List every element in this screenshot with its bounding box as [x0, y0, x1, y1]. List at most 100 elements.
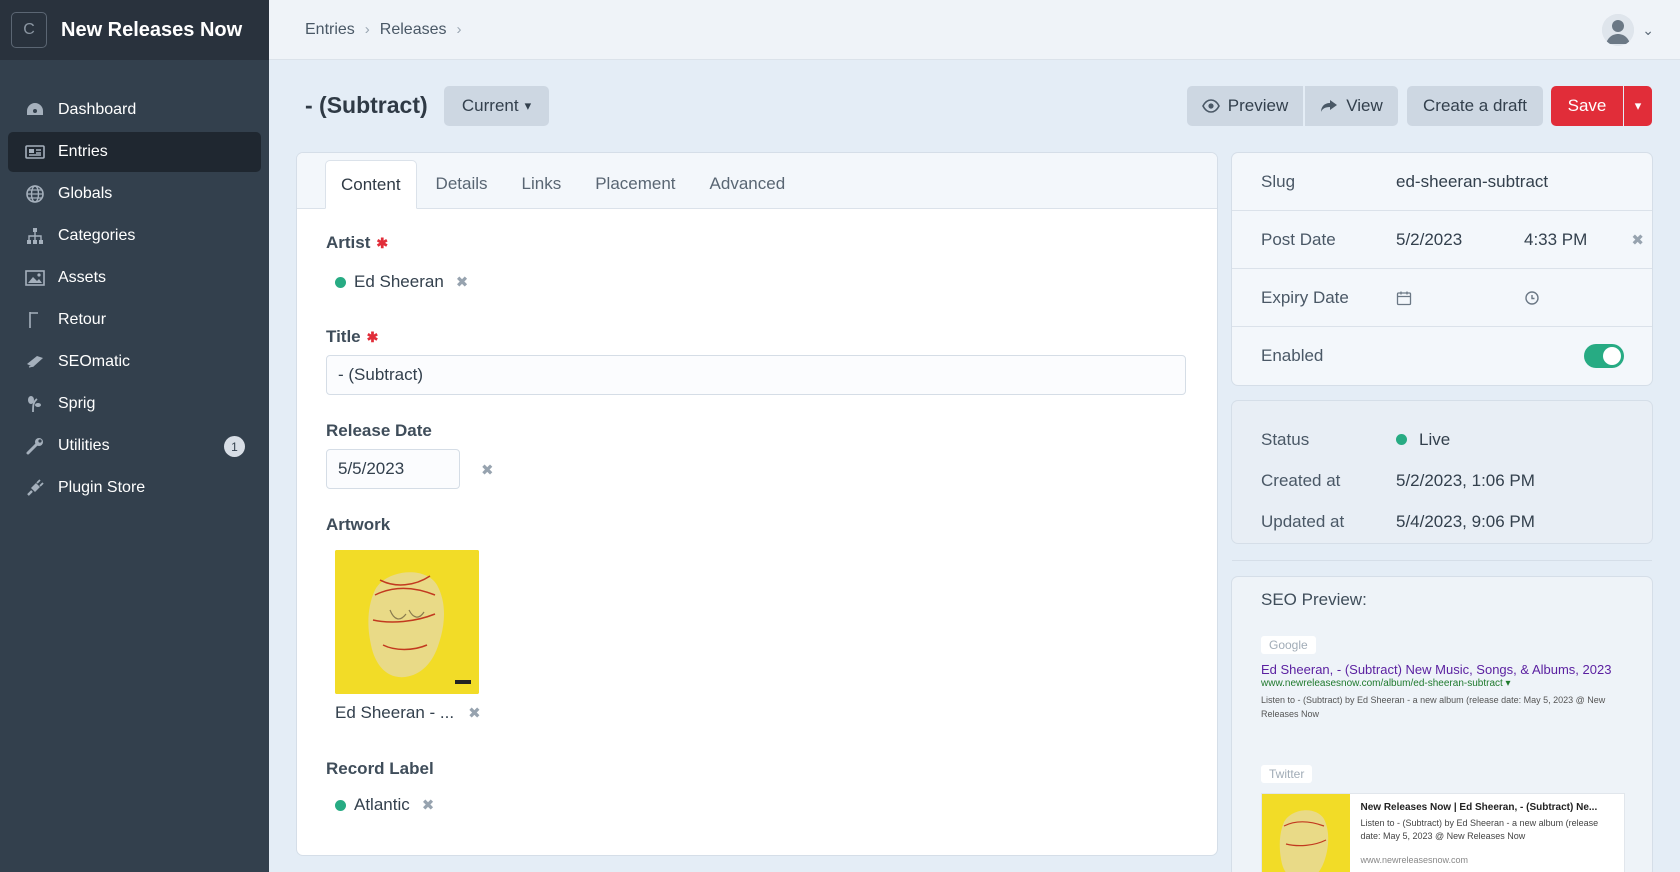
user-menu[interactable]: ⌄: [1602, 14, 1654, 46]
meta-pane: Slug ed-sheeran-subtract Post Date 5/2/2…: [1232, 153, 1652, 385]
clear-date-icon[interactable]: ✖: [481, 461, 494, 479]
clear-post-date-icon[interactable]: ✖: [1631, 231, 1644, 249]
status-value: Live: [1419, 429, 1451, 449]
nav-item-plugin-store[interactable]: Plugin Store: [8, 468, 261, 508]
remove-icon[interactable]: ✖: [422, 796, 435, 814]
utilities-badge: 1: [224, 436, 245, 457]
seo-preview-pane: SEO Preview: Google Ed Sheeran, - (Subtr…: [1232, 577, 1652, 872]
record-label-chip[interactable]: Atlantic ✖: [335, 795, 434, 815]
twitter-preview-header: Twitter: [1261, 763, 1313, 783]
nav-label: Plugin Store: [58, 479, 146, 496]
nav-item-sprig[interactable]: Sprig: [8, 384, 261, 424]
artwork-caption: Ed Sheeran - ... ✖: [335, 703, 481, 723]
content-pane: Content Details Links Placement Advanced…: [297, 153, 1217, 855]
artwork-thumbnail[interactable]: [335, 550, 479, 694]
google-result-description: Listen to - (Subtract) by Ed Sheeran - a…: [1261, 695, 1606, 719]
tab-placement[interactable]: Placement: [580, 160, 690, 208]
twitter-card-image: [1262, 794, 1351, 872]
site-name[interactable]: New Releases Now: [61, 19, 242, 42]
breadcrumb-releases[interactable]: Releases: [380, 21, 447, 39]
expiry-date-label: Expiry Date: [1261, 287, 1349, 307]
created-row: Created at 5/2/2023, 1:06 PM: [1232, 460, 1652, 501]
entries-icon: [24, 141, 46, 163]
breadcrumb-separator-icon: ›: [364, 21, 370, 38]
breadcrumb-entries[interactable]: Entries: [305, 21, 355, 39]
artwork-label: Artwork: [326, 515, 391, 534]
created-label: Created at: [1261, 470, 1341, 490]
remove-icon[interactable]: ✖: [456, 273, 469, 291]
clock-icon[interactable]: [1524, 290, 1540, 306]
nav-label: Categories: [58, 227, 136, 244]
nav-item-retour[interactable]: Retour: [8, 300, 261, 340]
site-logo[interactable]: C: [11, 12, 47, 48]
chevron-down-icon: ▾: [1634, 98, 1642, 113]
album-art-image: [335, 550, 479, 694]
nav-item-seomatic[interactable]: SEOmatic: [8, 342, 261, 382]
nav-item-categories[interactable]: Categories: [8, 216, 261, 256]
view-button[interactable]: View: [1305, 86, 1398, 126]
post-date-input[interactable]: 5/2/2023: [1396, 230, 1524, 250]
google-result-url: www.newreleasesnow.com/album/ed-sheeran-…: [1261, 678, 1511, 689]
release-date-input[interactable]: 5/5/2023: [326, 449, 460, 489]
breadcrumb: Entries › Releases ›: [305, 21, 472, 39]
title-input[interactable]: - (Subtract): [326, 355, 1186, 395]
image-icon: [24, 267, 46, 289]
updated-row: Updated at 5/4/2023, 9:06 PM: [1232, 501, 1652, 542]
tab-details[interactable]: Details: [421, 160, 503, 208]
created-value: 5/2/2023, 1:06 PM: [1396, 470, 1535, 490]
avatar[interactable]: [1602, 14, 1635, 46]
title-label: Title ✱: [326, 327, 378, 347]
required-icon: ✱: [366, 329, 379, 345]
view-label: View: [1346, 96, 1383, 115]
twitter-card-title: New Releases Now | Ed Sheeran, - (Subtra…: [1360, 802, 1598, 813]
nav-label: Globals: [58, 185, 113, 202]
slug-label: Slug: [1261, 171, 1296, 191]
save-menu-button[interactable]: ▾: [1624, 86, 1652, 126]
nav-label: Dashboard: [58, 101, 137, 118]
post-date-row: Post Date 5/2/2023 4:33 PM ✖: [1232, 211, 1652, 269]
post-date-label: Post Date: [1261, 229, 1336, 249]
twitter-card[interactable]: New Releases Now | Ed Sheeran, - (Subtra…: [1261, 793, 1625, 872]
live-status-icon: [1396, 434, 1407, 445]
enabled-label: Enabled: [1261, 346, 1324, 365]
revision-menu-button[interactable]: Current ▾: [444, 86, 549, 126]
enabled-toggle[interactable]: [1584, 344, 1624, 368]
nav-item-assets[interactable]: Assets: [8, 258, 261, 298]
status-dot-icon: [335, 276, 346, 288]
sitemap-icon: [24, 225, 46, 247]
twitter-card-url: www.newreleasesnow.com: [1360, 855, 1469, 865]
page-title: - (Subtract): [305, 92, 428, 118]
preview-button[interactable]: Preview: [1187, 86, 1303, 126]
slug-input[interactable]: ed-sheeran-subtract: [1396, 172, 1548, 192]
chevron-down-icon[interactable]: ⌄: [1642, 22, 1654, 39]
nav-item-dashboard[interactable]: Dashboard: [8, 90, 261, 130]
google-result-title[interactable]: Ed Sheeran, - (Subtract) New Music, Song…: [1261, 662, 1623, 677]
create-draft-button[interactable]: Create a draft: [1407, 86, 1543, 126]
artist-chip[interactable]: Ed Sheeran ✖: [335, 272, 468, 292]
preview-label: Preview: [1227, 96, 1289, 115]
tab-advanced[interactable]: Advanced: [695, 160, 801, 208]
nav-item-entries[interactable]: Entries: [8, 132, 261, 172]
remove-icon[interactable]: ✖: [468, 704, 481, 722]
nav-item-globals[interactable]: Globals: [8, 174, 261, 214]
sidebar: C New Releases Now Dashboard Entries Glo…: [0, 0, 269, 872]
nav-item-utilities[interactable]: Utilities 1: [8, 426, 261, 466]
updated-value: 5/4/2023, 9:06 PM: [1396, 511, 1535, 531]
tab-links[interactable]: Links: [507, 160, 577, 208]
google-preview: Google Ed Sheeran, - (Subtract) New Musi…: [1261, 634, 1623, 721]
record-label-label: Record Label: [326, 759, 434, 778]
save-button[interactable]: Save: [1551, 86, 1623, 126]
nav-label: Retour: [58, 311, 107, 328]
nav-label: Sprig: [58, 395, 96, 412]
nav-label: SEOmatic: [58, 353, 131, 370]
calendar-icon[interactable]: [1396, 290, 1524, 306]
post-time-input[interactable]: 4:33 PM: [1524, 230, 1587, 250]
tab-content[interactable]: Content: [325, 160, 417, 209]
twitter-tag: Twitter: [1261, 765, 1313, 783]
seomatic-icon: [24, 351, 46, 373]
artist-label: Artist ✱: [326, 233, 388, 253]
artist-value: Ed Sheeran: [354, 272, 444, 291]
dashboard-icon: [24, 99, 46, 121]
nav-label: Assets: [58, 269, 107, 286]
share-icon: [1320, 99, 1338, 113]
